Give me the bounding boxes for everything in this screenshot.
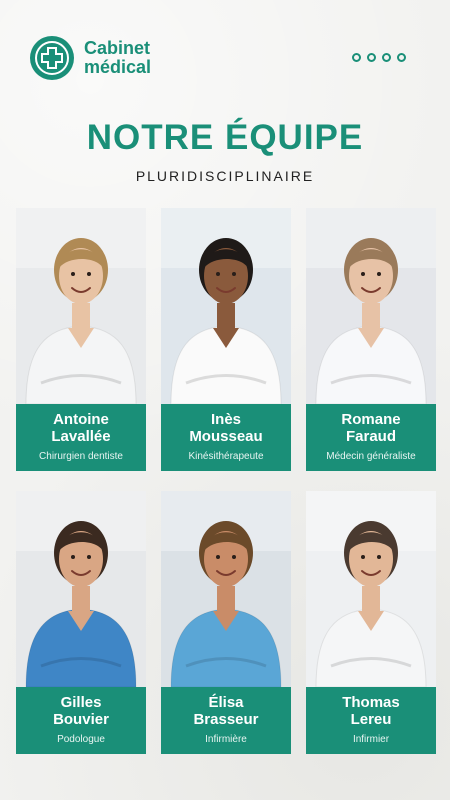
- member-label: Inès Mousseau Kinésithérapeute: [161, 404, 291, 471]
- menu-dot: [397, 53, 406, 62]
- team-grid: Antoine Lavallée Chirurgien dentiste Inè…: [16, 208, 436, 754]
- member-label: Gilles Bouvier Podologue: [16, 687, 146, 754]
- menu-dot: [352, 53, 361, 62]
- member-label: Romane Faraud Médecin généraliste: [306, 404, 436, 471]
- team-card: Romane Faraud Médecin généraliste: [306, 208, 436, 471]
- team-card: Gilles Bouvier Podologue: [16, 491, 146, 754]
- portrait-illustration: [161, 208, 291, 404]
- member-label: Antoine Lavallée Chirurgien dentiste: [16, 404, 146, 471]
- portrait-illustration: [16, 208, 146, 404]
- menu-dot: [382, 53, 391, 62]
- member-photo: [306, 208, 436, 404]
- team-card: Antoine Lavallée Chirurgien dentiste: [16, 208, 146, 471]
- four-dots-menu-icon[interactable]: [352, 53, 406, 62]
- member-last-name: Lavallée: [51, 428, 111, 445]
- member-first-name: Romane: [341, 411, 401, 428]
- member-role: Kinésithérapeute: [188, 451, 264, 462]
- brand-name: Cabinet médical: [84, 39, 151, 77]
- member-label: Thomas Lereu Infirmier: [306, 687, 436, 754]
- member-photo: [161, 208, 291, 404]
- member-last-name: Brasseur: [193, 711, 259, 728]
- member-last-name: Faraud: [345, 428, 396, 445]
- menu-dot: [367, 53, 376, 62]
- member-last-name: Bouvier: [53, 711, 109, 728]
- member-role: Médecin généraliste: [326, 451, 416, 462]
- member-role: Infirmière: [205, 734, 247, 745]
- member-first-name: Élisa: [208, 694, 244, 711]
- member-last-name: Lereu: [350, 711, 392, 728]
- brand-line-2: médical: [84, 57, 152, 77]
- team-card: Inès Mousseau Kinésithérapeute: [161, 208, 291, 471]
- member-label: Élisa Brasseur Infirmière: [161, 687, 291, 754]
- portrait-illustration: [16, 491, 146, 687]
- page-title: NOTRE ÉQUIPE: [86, 118, 364, 157]
- page-subtitle: PLURIDISCIPLINAIRE: [135, 168, 315, 184]
- portrait-illustration: [306, 491, 436, 687]
- team-card: Élisa Brasseur Infirmière: [161, 491, 291, 754]
- team-card: Thomas Lereu Infirmier: [306, 491, 436, 754]
- member-first-name: Gilles: [60, 694, 102, 711]
- member-first-name: Thomas: [342, 694, 400, 711]
- member-last-name: Mousseau: [189, 428, 263, 445]
- medical-cross-hand-icon: [30, 36, 74, 80]
- portrait-illustration: [306, 208, 436, 404]
- member-first-name: Antoine: [53, 411, 109, 428]
- member-role: Podologue: [57, 734, 105, 745]
- member-first-name: Inès: [210, 411, 241, 428]
- portrait-illustration: [161, 491, 291, 687]
- member-photo: [16, 208, 146, 404]
- member-role: Infirmier: [352, 734, 390, 745]
- brand-line-1: Cabinet: [84, 38, 151, 58]
- member-photo: [16, 491, 146, 687]
- member-photo: [161, 491, 291, 687]
- brand-header: Cabinet médical: [30, 36, 151, 80]
- member-role: Chirurgien dentiste: [39, 451, 123, 462]
- member-photo: [306, 491, 436, 687]
